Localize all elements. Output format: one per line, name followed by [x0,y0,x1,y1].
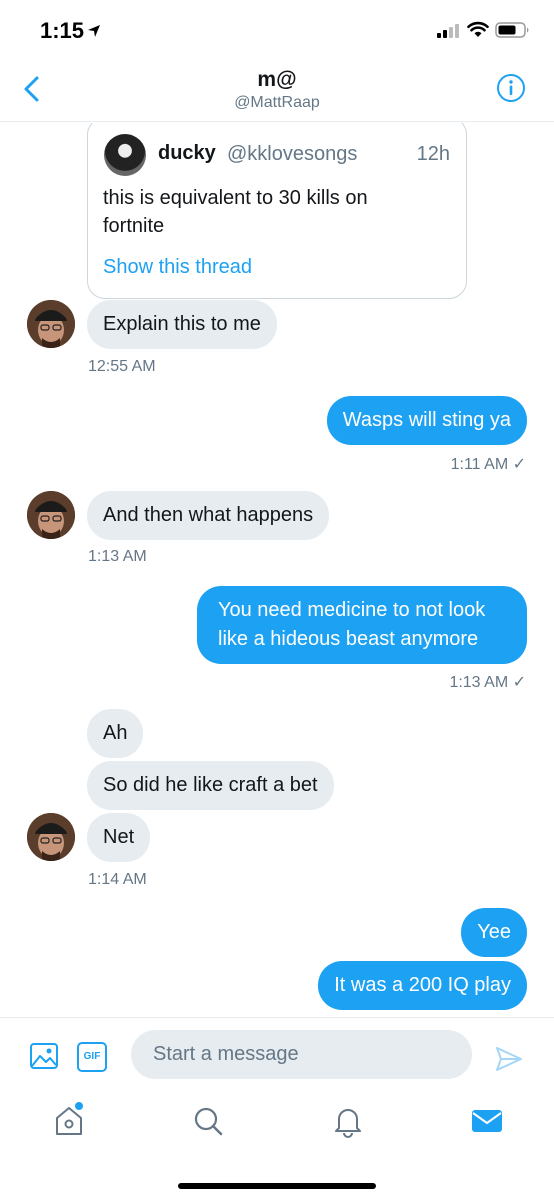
message-timestamp: 1:11 AM ✓ [450,456,526,473]
home-indicator[interactable] [178,1183,376,1189]
quoted-tweet-name: ducky [158,142,216,164]
avatar-photo [27,300,75,348]
message-timestamp: 1:13 AM [88,548,147,565]
message-input[interactable] [131,1030,472,1079]
message-bubble-outgoing[interactable]: Yee [461,908,527,957]
message-bubble-outgoing[interactable]: You need medicine to not look like a hid… [197,586,527,664]
status-bar: 1:15 [0,0,554,60]
quoted-tweet-time: 12h [416,143,450,165]
message-bubble-incoming[interactable]: Net [87,813,151,862]
quoted-tweet-card[interactable]: ducky @kklovesongs 12h this is equivalen… [87,123,467,299]
bell-icon[interactable] [331,1104,365,1138]
search-icon[interactable] [191,1104,225,1138]
conversation-header: m@ @MattRaap [0,60,554,122]
header-handle: @MattRaap [234,94,320,111]
status-time: 1:15 [40,18,85,43]
mail-icon[interactable] [470,1104,504,1138]
notification-dot [75,1102,83,1110]
send-icon[interactable] [494,1044,524,1074]
gif-button[interactable]: GIF [77,1042,107,1072]
info-icon[interactable] [496,73,526,103]
tab-bar [0,1090,554,1160]
cellular-signal-icon [437,24,459,38]
message-composer: GIF [0,1017,554,1089]
message-bubble-outgoing[interactable]: Wasps will sting ya [326,396,527,445]
image-icon[interactable] [29,1041,59,1071]
avatar-photo [27,491,75,539]
quoted-tweet-handle: @kklovesongs [227,143,358,165]
wifi-icon [467,21,489,37]
message-bubble-incoming[interactable]: And then what happens [87,491,330,540]
avatar[interactable] [27,300,75,348]
avatar[interactable] [27,813,75,861]
avatar-photo [27,813,75,861]
message-timestamp: 12:55 AM [88,358,156,375]
message-timestamp: 1:14 AM [88,871,147,888]
location-arrow-icon [88,25,100,37]
message-bubble-incoming[interactable]: Explain this to me [87,300,277,349]
battery-icon [495,22,529,38]
quoted-tweet-avatar [104,134,146,176]
avatar[interactable] [27,491,75,539]
show-thread-link[interactable]: Show this thread [103,256,252,279]
quoted-tweet-text: this is equivalent to 30 kills on fortni… [103,187,368,237]
message-bubble-incoming[interactable]: Ah [87,709,144,758]
header-name: m@ [257,68,297,91]
message-bubble-outgoing[interactable]: It was a 200 IQ play [318,961,527,1010]
message-bubble-incoming[interactable]: So did he like craft a bet [87,761,334,810]
message-list[interactable]: ducky @kklovesongs 12h this is equivalen… [0,123,554,1017]
message-timestamp: 1:13 AM ✓ [449,674,526,691]
